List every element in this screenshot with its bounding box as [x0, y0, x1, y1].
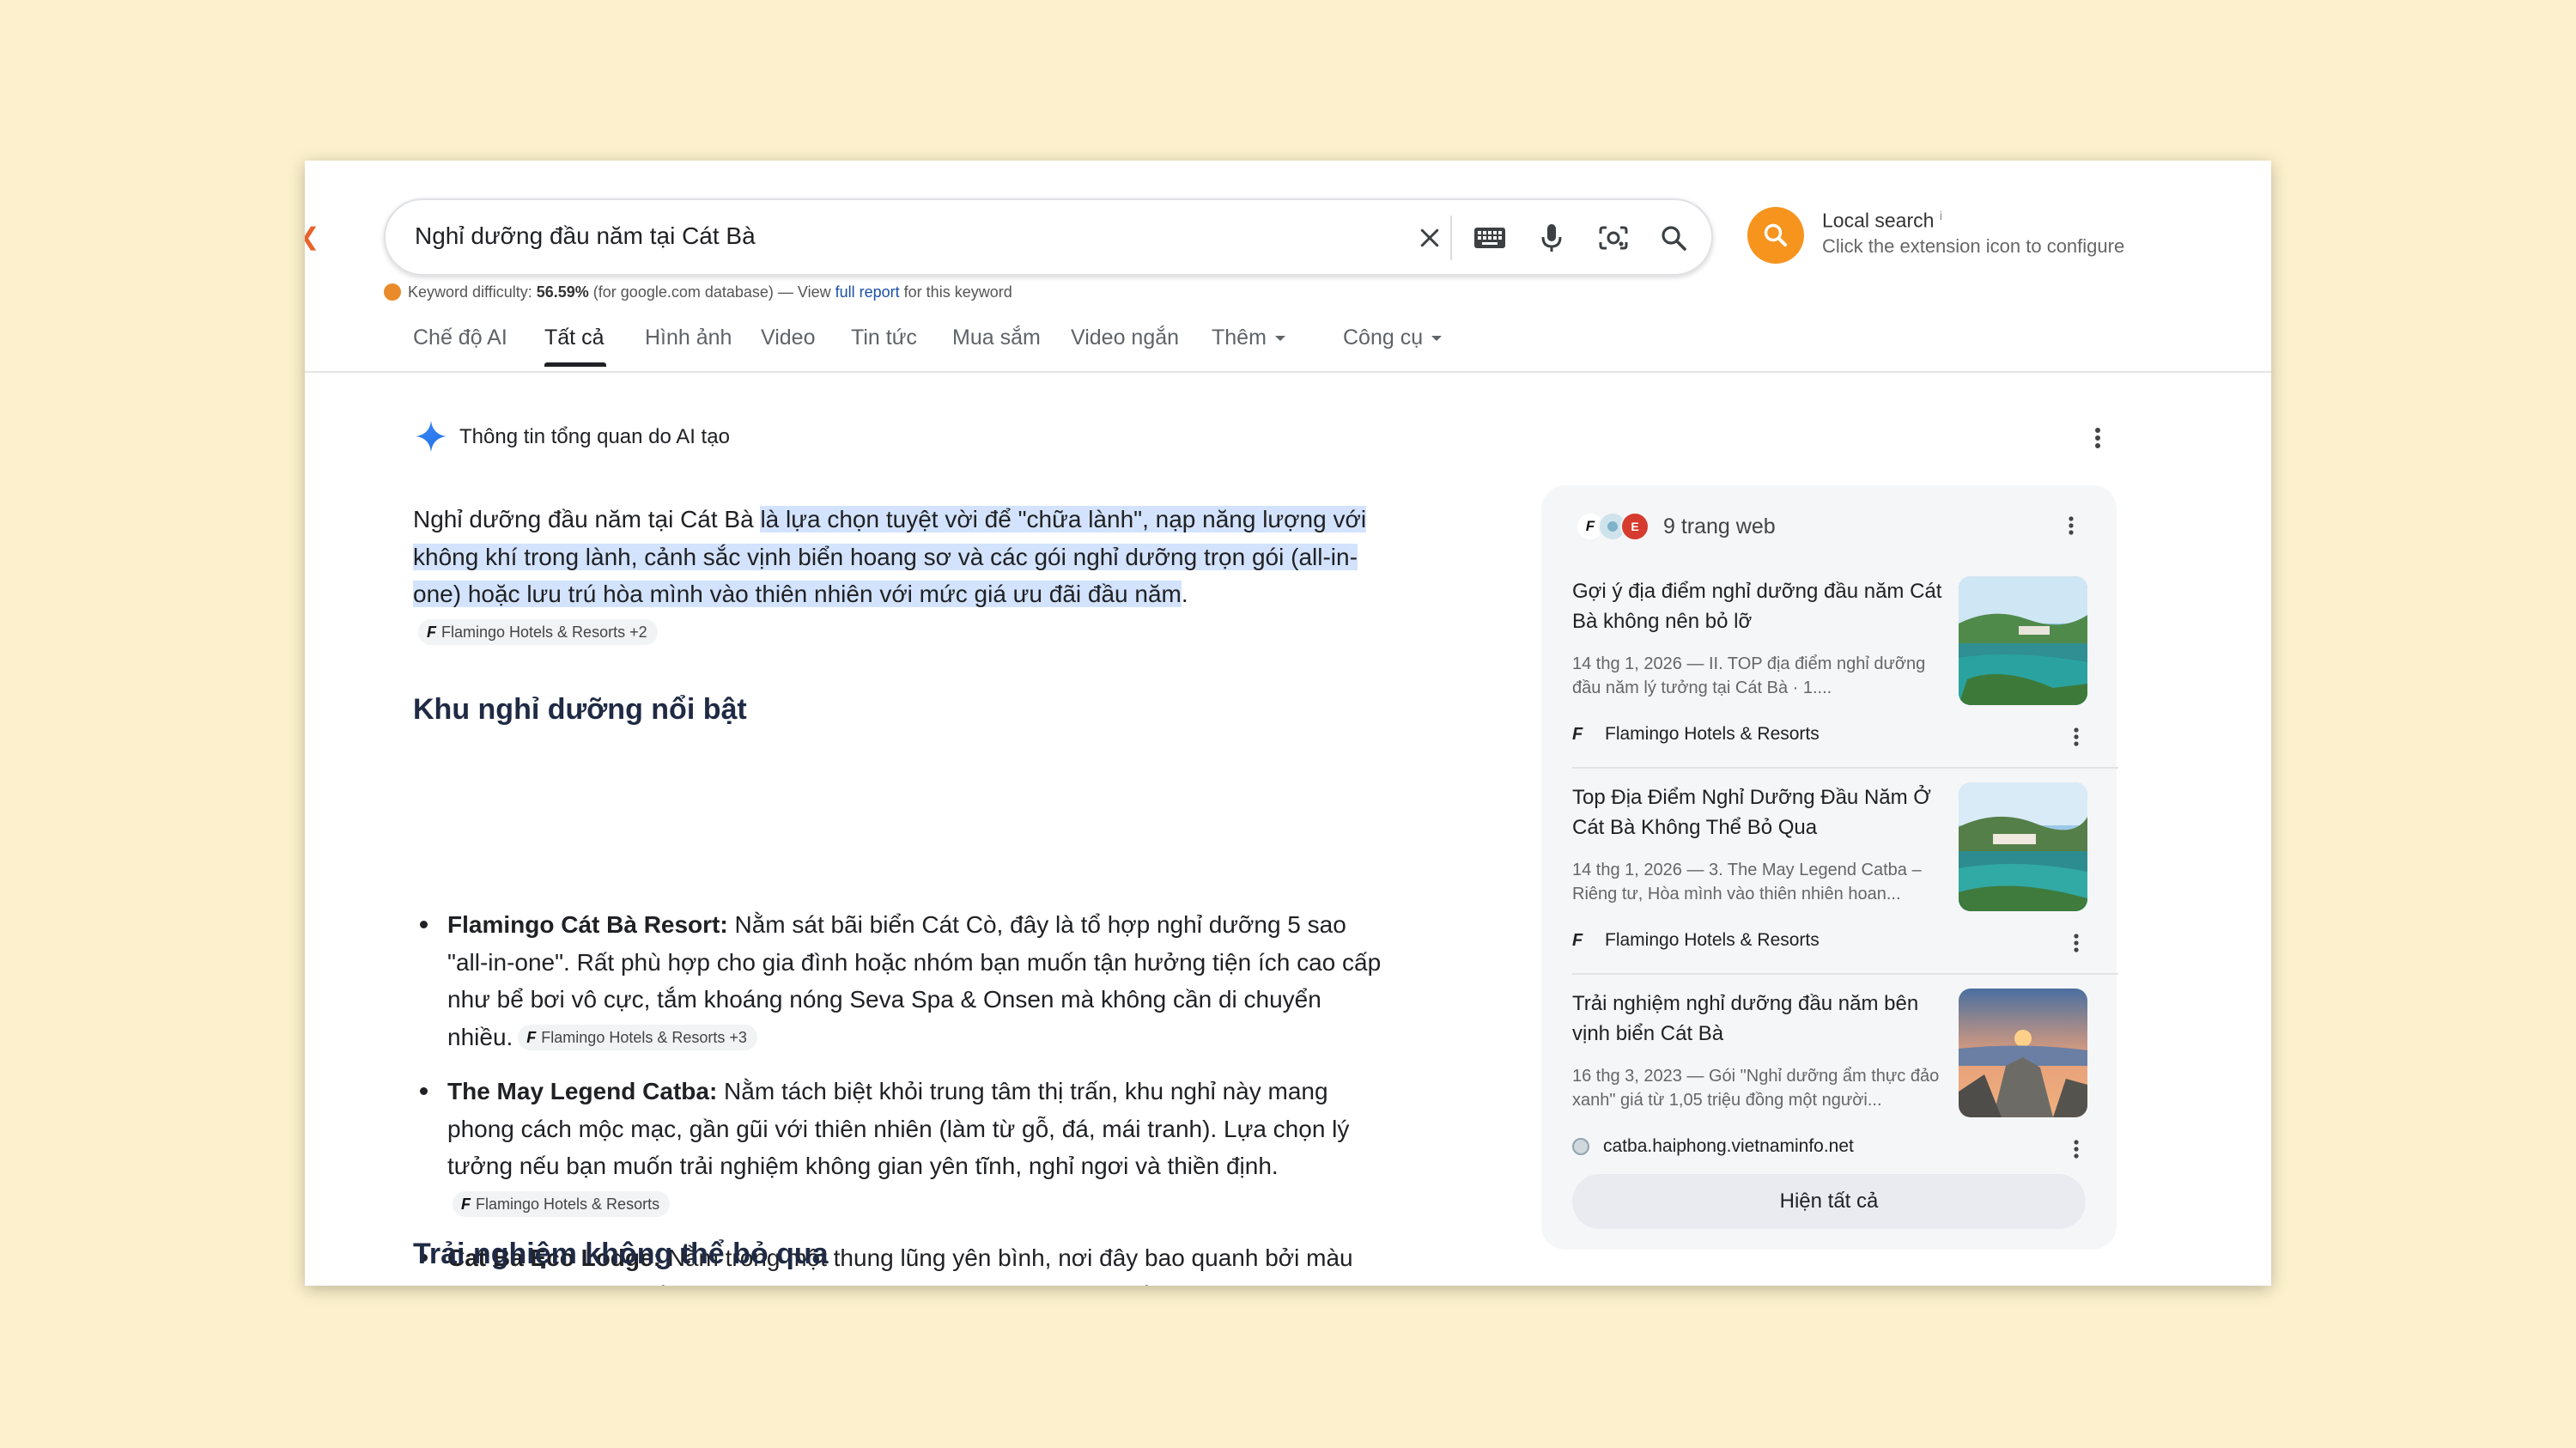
ai-overview-title: Thông tin tổng quan do AI tạo	[459, 425, 730, 448]
tab-shopping[interactable]: Mua sắm	[952, 325, 1041, 350]
active-tab-indicator	[544, 362, 606, 367]
source-snippet: 16 thg 3, 2023 — Gói "Nghỉ dưỡng ẩm thực…	[1572, 1067, 1940, 1110]
search-icon	[1764, 223, 1787, 246]
local-search-extension-button[interactable]	[1747, 207, 1804, 264]
globe-icon	[1572, 1138, 1589, 1155]
sources-header[interactable]: F E 9 trang web	[1576, 509, 1776, 544]
tab-tools[interactable]: Công cụ	[1343, 325, 1443, 350]
more-vertical-icon[interactable]	[2072, 1138, 2081, 1165]
section-heading: Khu nghỉ dưỡng nổi bật	[413, 693, 747, 726]
more-vertical-icon[interactable]	[2072, 932, 2081, 958]
search-box[interactable]: Nghỉ dưỡng đầu năm tại Cát Bà	[384, 198, 1713, 276]
search-divider	[1450, 216, 1452, 260]
extension-edge-icon[interactable]: ❮	[305, 222, 319, 251]
search-input[interactable]: Nghỉ dưỡng đầu năm tại Cát Bà	[415, 222, 756, 250]
flamingo-logo-icon: F	[461, 1195, 471, 1213]
source-thumbnail[interactable]	[1959, 782, 2087, 911]
news-logo-icon: E	[1620, 512, 1649, 541]
camera-lens-icon[interactable]	[1593, 217, 1634, 259]
keyword-difficulty: Keyword difficulty: 56.59% (for google.c…	[384, 283, 1012, 301]
source-thumbnail[interactable]	[1959, 576, 2087, 705]
microphone-icon[interactable]	[1531, 217, 1572, 259]
search-header: ❮ Nghỉ dưỡng đầu năm tại Cát Bà	[305, 161, 2271, 373]
chevron-down-icon	[1274, 336, 1285, 341]
tab-ai-mode[interactable]: Chế độ AI	[413, 325, 507, 350]
flamingo-logo-icon: F	[1572, 724, 1583, 744]
tab-video[interactable]: Video	[761, 325, 816, 350]
list-item: The May Legend Catba: Nằm tách biệt khỏi…	[420, 1073, 1392, 1222]
source-snippet: 14 thg 1, 2026 — 3. The May Legend Catba…	[1572, 861, 1922, 903]
sources-panel: F E 9 trang web Gợi ý địa điểm nghỉ dưỡn…	[1541, 485, 2118, 1250]
more-vertical-icon[interactable]	[2072, 726, 2081, 752]
more-vertical-icon[interactable]	[2093, 425, 2103, 455]
source-thumbnail[interactable]	[1959, 989, 2087, 1117]
source-site[interactable]: catba.haiphong.vietnaminfo.net	[1572, 1136, 1854, 1157]
extension-subtitle: Click the extension icon to configure	[1822, 235, 2125, 257]
more-vertical-icon[interactable]	[2067, 514, 2075, 541]
full-report-link[interactable]: full report	[835, 283, 900, 301]
flamingo-logo-icon: F	[526, 1028, 537, 1046]
tab-short-videos[interactable]: Video ngắn	[1071, 325, 1179, 350]
sources-count: 9 trang web	[1663, 514, 1776, 538]
keyword-difficulty-value: 56.59%	[536, 283, 589, 301]
ai-overview-summary: Nghỉ dưỡng đầu năm tại Cát Bà là lựa chọ…	[413, 501, 1383, 650]
divider	[1572, 767, 2118, 769]
tab-all[interactable]: Tất cả	[544, 325, 604, 350]
divider	[1572, 973, 2118, 975]
source-chip[interactable]: F Flamingo Hotels & Resorts	[453, 1190, 671, 1217]
source-chip[interactable]: F Flamingo Hotels & Resorts +3	[518, 1024, 757, 1050]
flamingo-logo-icon: F	[1572, 930, 1583, 950]
tab-images[interactable]: Hình ảnh	[645, 325, 732, 350]
show-all-button[interactable]: Hiện tất cả	[1572, 1174, 2086, 1229]
source-chip[interactable]: F Flamingo Hotels & Resorts +2	[418, 618, 658, 645]
source-snippet: 14 thg 1, 2026 — II. TOP địa điểm nghỉ d…	[1572, 654, 1926, 697]
source-title[interactable]: Gợi ý địa điểm nghỉ dưỡng đầu năm Cát Bà…	[1572, 576, 1950, 636]
flamingo-logo-icon: F	[427, 623, 436, 641]
tab-more[interactable]: Thêm	[1212, 325, 1285, 350]
close-icon[interactable]	[1409, 217, 1450, 259]
tab-news[interactable]: Tin tức	[851, 325, 917, 350]
source-site[interactable]: F Flamingo Hotels & Resorts	[1572, 724, 1820, 745]
source-title[interactable]: Top Địa Điểm Nghỉ Dưỡng Đầu Năm Ở Cát Bà…	[1572, 782, 1950, 843]
keyboard-icon[interactable]	[1469, 217, 1510, 259]
section-heading: Trải nghiệm không thể bỏ qua	[413, 1238, 829, 1270]
list-item: Flamingo Cát Bà Resort: Nằm sát bãi biển…	[420, 906, 1392, 1056]
resort-list: Flamingo Cát Bà Resort: Nằm sát bãi biển…	[420, 906, 1392, 1286]
extension-title: Local search i	[1822, 209, 1942, 232]
browser-window: ❮ Nghỉ dưỡng đầu năm tại Cát Bà	[305, 161, 2271, 1286]
info-icon: i	[1939, 209, 1942, 222]
source-title[interactable]: Trải nghiệm nghỉ dưỡng đầu năm bên vịnh …	[1572, 989, 1950, 1049]
keyword-tool-icon	[384, 283, 401, 301]
sparkle-icon	[415, 420, 447, 457]
chevron-down-icon	[1431, 336, 1443, 341]
search-icon[interactable]	[1653, 217, 1694, 259]
source-site[interactable]: F Flamingo Hotels & Resorts	[1572, 930, 1820, 951]
